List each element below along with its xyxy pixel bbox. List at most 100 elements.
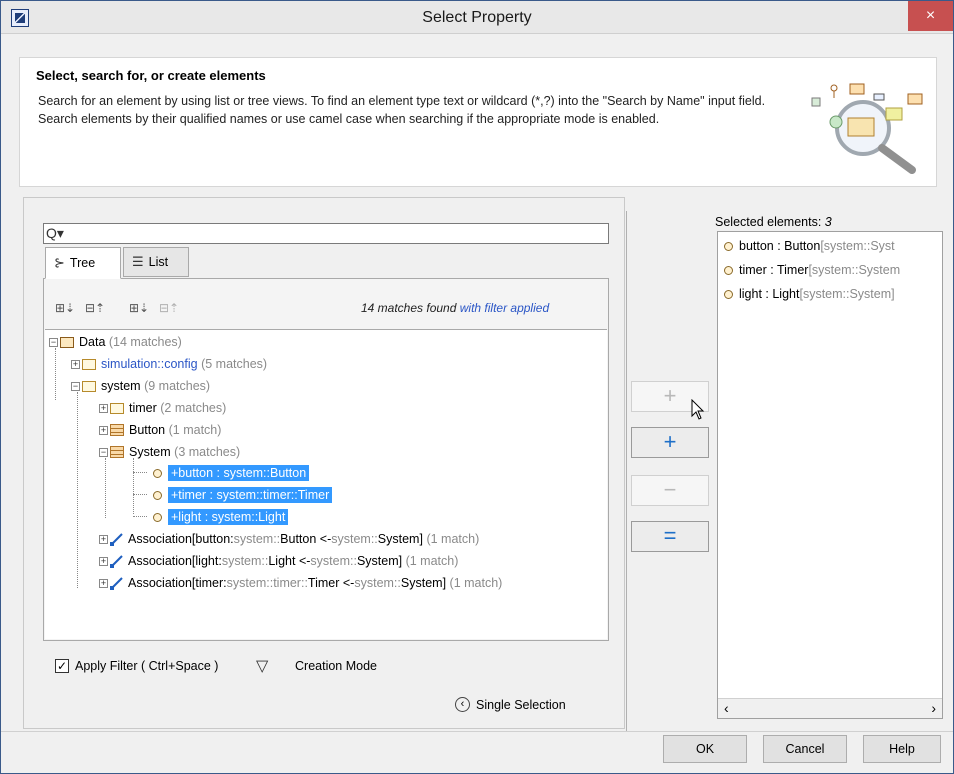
tree-node-label: Button <box>129 423 166 437</box>
tree-node-label: simulation::config <box>101 357 198 371</box>
list-item[interactable]: timer : Timer [system::System <box>724 260 900 280</box>
close-button[interactable]: × <box>908 1 953 31</box>
expand-toggle[interactable]: + <box>99 556 108 566</box>
apply-filter-checkbox[interactable]: ✓ <box>55 659 69 673</box>
list-item[interactable]: button : Button [system::Syst <box>724 236 895 256</box>
single-selection-toggle[interactable]: ‹ Single Selection <box>455 697 566 712</box>
search-input[interactable] <box>66 225 606 242</box>
tree-node-simulation-config[interactable]: + simulation::config (5 matches) <box>71 354 267 374</box>
assoc-part: Association[button: <box>128 532 234 546</box>
assoc-part: system::timer:: <box>226 576 308 590</box>
match-count: (5 matches) <box>201 357 268 371</box>
class-icon <box>110 424 124 436</box>
match-count: (1 match) <box>168 423 222 437</box>
expand-toggle[interactable]: + <box>99 534 108 544</box>
cancel-button[interactable]: Cancel <box>763 735 847 763</box>
add-new-button[interactable]: + <box>631 427 709 458</box>
header-title: Select, search for, or create elements <box>36 68 266 83</box>
assoc-part: system:: <box>233 532 281 546</box>
tree-node-property[interactable]: +timer : system::timer::Timer <box>153 485 333 505</box>
scroll-right-icon[interactable]: › <box>931 700 936 716</box>
expand-all-icon[interactable]: ⊞⇣ <box>55 301 75 315</box>
ok-button[interactable]: OK <box>663 735 747 763</box>
expand-selected-icon[interactable]: ⊞⇣ <box>129 301 149 315</box>
property-icon <box>153 490 162 500</box>
apply-filter-label[interactable]: Apply Filter ( Ctrl+Space ) <box>75 659 218 673</box>
search-magnifier-graphic-icon <box>811 83 923 174</box>
expand-toggle[interactable]: + <box>99 425 108 435</box>
tree-node-label: +button : system::Button <box>168 465 310 481</box>
item-qualified-name: [system::System <box>808 263 901 277</box>
assoc-part: system:: <box>221 554 269 568</box>
collapse-selected-icon[interactable]: ⊟⇡ <box>159 301 179 315</box>
expand-toggle[interactable]: + <box>99 578 108 588</box>
property-icon <box>153 468 162 478</box>
item-name: timer : Timer <box>739 263 809 277</box>
assoc-part: Association[light: <box>128 554 222 568</box>
selected-elements-title: Selected elements: 3 <box>715 215 832 229</box>
collapse-toggle[interactable]: − <box>49 337 58 347</box>
element-tree[interactable]: − Data (14 matches) + simulation::config… <box>45 329 607 639</box>
expand-toggle[interactable]: + <box>71 359 80 369</box>
tree-node-system-class[interactable]: − System (3 matches) <box>99 442 240 462</box>
collapse-toggle[interactable]: − <box>71 381 80 391</box>
tab-list[interactable]: ☰ List <box>123 247 189 277</box>
filter-icon[interactable]: ▽ <box>256 656 268 676</box>
assoc-part: System] <box>400 576 447 590</box>
match-count: (1 match) <box>426 532 480 546</box>
association-icon <box>110 533 123 546</box>
package-icon <box>60 336 74 348</box>
search-icon[interactable]: Q▾ <box>46 226 64 240</box>
expand-toggle[interactable]: + <box>99 403 108 413</box>
list-item[interactable]: light : Light [system::System] <box>724 284 895 304</box>
window-title: Select Property <box>422 9 532 26</box>
folder-icon <box>82 380 96 392</box>
assoc-part: System] <box>377 532 423 546</box>
title-bar[interactable]: Select Property × <box>1 1 953 34</box>
tree-icon: ⊱ <box>54 255 65 270</box>
tree-node-association[interactable]: + Association[timer: system::timer:: Timer… <box>99 573 502 593</box>
match-count: (2 matches) <box>160 401 227 415</box>
tree-node-association[interactable]: + Association[button: system:: Button <- s… <box>99 529 479 549</box>
tree-node-timer[interactable]: + timer (2 matches) <box>99 398 226 418</box>
folder-icon <box>82 358 96 370</box>
match-count: (3 matches) <box>174 445 241 459</box>
matches-found-text: 14 matches found with filter applied <box>361 301 549 315</box>
property-icon <box>724 289 733 299</box>
matches-count: 14 matches found <box>361 301 460 315</box>
tree-node-system[interactable]: − system (9 matches) <box>71 376 210 396</box>
filter-applied-link[interactable]: with filter applied <box>460 301 549 315</box>
assoc-part: System] <box>356 554 403 568</box>
assoc-part: Timer <- <box>307 576 355 590</box>
assoc-part: Light <- <box>268 554 311 568</box>
assoc-part: system:: <box>331 532 378 546</box>
tree-node-property[interactable]: +button : system::Button <box>153 463 310 483</box>
selected-elements-list[interactable]: button : Button [system::Syst timer : Ti… <box>717 231 943 719</box>
collapse-toggle[interactable]: − <box>99 447 108 457</box>
remove-all-button[interactable]: = <box>631 521 709 552</box>
assoc-part: system:: <box>310 554 357 568</box>
remove-button[interactable]: − <box>631 475 709 506</box>
list-icon: ☰ <box>132 254 144 269</box>
tree-node-property[interactable]: +light : system::Light <box>153 507 289 527</box>
tree-node-association[interactable]: + Association[light: system:: Light <- sys… <box>99 551 458 571</box>
tab-tree[interactable]: ⊱ Tree <box>45 247 121 279</box>
single-selection-label: Single Selection <box>476 697 566 712</box>
search-field[interactable]: Q▾ <box>43 223 609 244</box>
tree-node-label: System <box>129 445 171 459</box>
scroll-left-icon[interactable]: ‹ <box>724 700 729 716</box>
match-count: (9 matches) <box>144 379 211 393</box>
collapse-all-icon[interactable]: ⊟⇡ <box>85 301 105 315</box>
horizontal-scrollbar[interactable]: ‹ › <box>718 698 942 718</box>
assoc-part: system:: <box>354 576 401 590</box>
selected-title-label: Selected elements: <box>715 215 825 229</box>
tree-node-label: +timer : system::timer::Timer <box>168 487 333 503</box>
tree-node-data[interactable]: − Data (14 matches) <box>49 332 182 352</box>
association-icon <box>110 577 123 590</box>
item-qualified-name: [system::System] <box>799 287 895 301</box>
creation-mode-toggle[interactable]: Creation Mode <box>295 659 377 673</box>
item-qualified-name: [system::Syst <box>820 239 895 253</box>
help-button[interactable]: Help <box>863 735 941 763</box>
tree-node-button[interactable]: + Button (1 match) <box>99 420 221 440</box>
property-icon <box>153 512 162 522</box>
